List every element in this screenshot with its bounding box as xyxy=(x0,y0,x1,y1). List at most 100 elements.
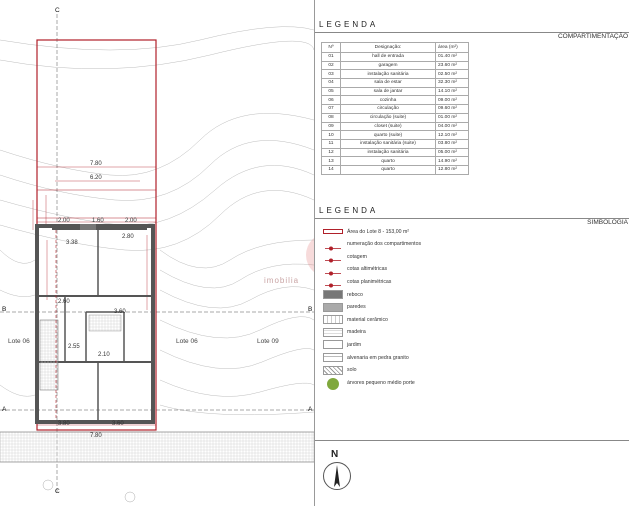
col-area: área (m²) xyxy=(435,42,469,53)
room-name: quarto xyxy=(340,156,436,166)
room-number: 09 xyxy=(321,121,341,132)
section-marker-c-bottom: C xyxy=(55,488,60,495)
table-row: 03 instalação sanitária 02.50 m² xyxy=(321,69,469,80)
room-name: instalação sanitária (suite) xyxy=(340,138,436,149)
section-marker-b-right: B xyxy=(308,306,313,313)
room-name: garagem xyxy=(340,60,436,71)
room-area: 01.00 m² xyxy=(435,112,469,123)
table-row: 09 closet (suite) 04.00 m² xyxy=(321,121,469,132)
lote-label-right: Lote 09 xyxy=(257,338,279,345)
house-walls xyxy=(35,224,155,424)
room-area: 23.60 m² xyxy=(435,60,469,71)
compartimentacao-header: COMPARTIMENTAÇÃO xyxy=(557,33,628,40)
room-area: 05.00 m² xyxy=(435,147,469,158)
dim-label: 3.60 xyxy=(112,421,124,427)
table-row: 08 circulação (suite) 01.00 m² xyxy=(321,112,469,123)
room-area: 12.80 m² xyxy=(435,164,469,175)
room-name: hall de entrada xyxy=(340,52,436,62)
dim-label: 7.80 xyxy=(90,433,102,439)
symbol-label: reboco xyxy=(347,291,363,298)
symbol-label: paredes xyxy=(347,304,366,311)
room-name: cozinha xyxy=(340,95,436,106)
symbol-swatch xyxy=(323,290,343,299)
symbol-label: Área do Lote 8 - 153,00 m² xyxy=(347,228,409,235)
table-row: 13 quarto 14.90 m² xyxy=(321,156,469,166)
room-number: 01 xyxy=(321,52,341,62)
symbol-swatch xyxy=(323,315,343,325)
section-marker-c-top: C xyxy=(55,7,60,14)
room-area: 03.80 m² xyxy=(435,138,469,149)
symbol-swatch xyxy=(323,229,343,234)
symbol-label: cotas planimétricas xyxy=(347,278,392,285)
table-row: 06 cozinha 09.00 m² xyxy=(321,95,469,106)
legend-title-2: LEGENDA xyxy=(319,206,379,215)
watermark-text: imobilia xyxy=(264,276,300,285)
dim-label: 2.60 xyxy=(58,299,70,305)
symbol-label: alvenaria em pedra granito xyxy=(347,354,409,361)
symbol-swatch xyxy=(323,240,343,251)
room-area: 02.50 m² xyxy=(435,69,469,80)
floor-plan: C C B B A A Lote 06 Lote 06 Lote 09 7.80… xyxy=(0,0,314,506)
symbol-swatch xyxy=(323,277,343,288)
north-arrow-icon xyxy=(323,462,351,490)
rooms-table: Nº Designação: área (m²) 01 hall de entra… xyxy=(321,42,469,175)
room-name: closet (suite) xyxy=(340,121,436,132)
lote-label-center: Lote 06 xyxy=(176,338,198,345)
col-num: Nº xyxy=(321,42,341,53)
table-row: 11 instalação sanitária (suite) 03.80 m² xyxy=(321,138,469,149)
table-row: 05 sala de jantar 14.10 m² xyxy=(321,86,469,97)
room-number: 10 xyxy=(321,130,341,140)
dim-label: 7.80 xyxy=(90,161,102,167)
room-name: instalação sanitária xyxy=(340,147,436,158)
symbol-label: material cerâmico xyxy=(347,316,388,323)
section-marker-a-left: A xyxy=(2,406,7,413)
symbol-swatch xyxy=(323,252,343,263)
symbol-swatch xyxy=(323,365,343,375)
section-marker-a-right: A xyxy=(308,406,313,413)
plan-drawing xyxy=(0,14,314,503)
table-row: 01 hall de entrada 01.40 m² xyxy=(321,52,469,62)
room-number: 04 xyxy=(321,78,341,88)
room-name: instalação sanitária xyxy=(340,69,436,80)
symbol-label: árvores pequeno médio porte xyxy=(347,379,415,386)
room-name: quarto (suite) xyxy=(340,130,436,140)
stairs xyxy=(39,319,59,391)
room-area: 32.30 m² xyxy=(435,78,469,88)
symbol-label: madeira xyxy=(347,329,366,336)
room-area: 12.10 m² xyxy=(435,130,469,140)
dim-label: 2.00 xyxy=(58,218,70,224)
legend-title: LEGENDA xyxy=(319,20,379,29)
lote-label-left: Lote 06 xyxy=(8,338,30,345)
room-area: 14.90 m² xyxy=(435,156,469,166)
symbol-swatch xyxy=(323,327,343,337)
symbol-label: cotagem xyxy=(347,253,367,260)
room-area: 01.40 m² xyxy=(435,52,469,62)
symbol-swatch xyxy=(323,265,343,276)
legend-panel: LEGENDA COMPARTIMENTAÇÃO Nº Designação: … xyxy=(314,0,629,506)
table-row: 14 quarto 12.80 m² xyxy=(321,164,469,175)
watermark-logo xyxy=(306,238,314,272)
table-row: 10 quarto (suite) 12.10 m² xyxy=(321,130,469,140)
table-row: 07 circulação 09.60 m² xyxy=(321,104,469,114)
dim-label: 2.55 xyxy=(68,344,80,350)
dim-label: 3.38 xyxy=(66,240,78,246)
table-row: 04 sala de estar 32.30 m² xyxy=(321,78,469,88)
sidewalk xyxy=(0,431,314,463)
dim-label: 2.80 xyxy=(122,234,134,240)
room-number: 08 xyxy=(321,112,341,123)
room-number: 13 xyxy=(321,156,341,166)
room-name: sala de estar xyxy=(340,78,436,88)
room-number: 12 xyxy=(321,147,341,158)
room-number: 06 xyxy=(321,95,341,106)
dim-label: 3.80 xyxy=(58,421,70,427)
room-number: 05 xyxy=(321,86,341,97)
room-number: 11 xyxy=(321,138,341,149)
room-name: circulação xyxy=(340,104,436,114)
room-name: circulação (suite) xyxy=(340,112,436,123)
section-marker-b-left: B xyxy=(2,306,7,313)
symbol-swatch xyxy=(323,302,343,312)
dim-label: 1.60 xyxy=(92,218,104,224)
dimension-lines xyxy=(32,166,156,433)
simbologia-header: SIMBOLOGIA xyxy=(587,219,628,226)
symbol-label: solo xyxy=(347,367,357,374)
